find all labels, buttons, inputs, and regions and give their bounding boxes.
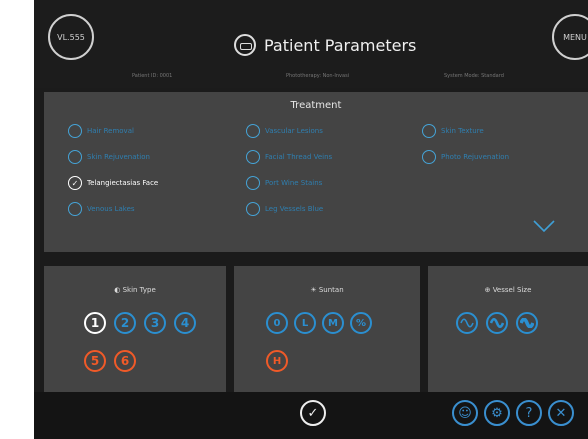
skin-type-2-button[interactable]: 2 (114, 312, 136, 334)
wave-icon (460, 318, 474, 328)
treatment-option-label: Skin Texture (441, 127, 484, 135)
treatment-option-label: Photo Rejuvenation (441, 153, 510, 161)
skin-type-3-button[interactable]: 3 (144, 312, 166, 334)
treatment-option-label: Vascular Lesions (265, 127, 323, 135)
page-title-group: Patient Parameters (234, 34, 416, 56)
treatment-option-leg-vessels-blue[interactable]: Leg Vessels Blue (246, 202, 323, 216)
settings-button[interactable]: ⚙ (484, 400, 510, 426)
treatment-option-label: Venous Lakes (87, 205, 135, 213)
scroll-down-arrow-icon[interactable] (532, 219, 556, 233)
skin-type-5-button[interactable]: 5 (84, 350, 106, 372)
version-label: VL.555 (57, 32, 85, 42)
vessel-size-small-button[interactable] (456, 312, 478, 334)
treatment-option-venous-lakes[interactable]: Venous Lakes (68, 202, 135, 216)
page-title: Patient Parameters (264, 35, 417, 55)
skin-type-6-button[interactable]: 6 (114, 350, 136, 372)
help-icon: ? (525, 405, 533, 421)
header: VL.555 MENU Patient Parameters Patient I… (34, 0, 588, 88)
treatment-option-port-wine-stains[interactable]: Port Wine Stains (246, 176, 322, 190)
treatment-option-hair-removal[interactable]: Hair Removal (68, 124, 134, 138)
version-button[interactable]: VL.555 (48, 14, 94, 60)
radio-icon (68, 150, 82, 164)
suntan-title: ☀ Suntan (310, 286, 344, 294)
vessel-size-title: ⊕ Vessel Size (484, 286, 532, 294)
user-icon: ☺ (458, 405, 472, 421)
radio-icon (246, 202, 260, 216)
radio-icon (68, 202, 82, 216)
skin-type-title: ◐ Skin Type (114, 286, 156, 294)
help-button[interactable]: ? (516, 400, 542, 426)
treatment-option-skin-texture[interactable]: Skin Texture (422, 124, 484, 138)
radio-icon (68, 124, 82, 138)
settings-icon: ⚙ (491, 405, 503, 421)
treatment-panel: Treatment Hair Removal Skin Rejuvenation… (44, 92, 588, 252)
skin-type-4-button[interactable]: 4 (174, 312, 196, 334)
patient-bed-icon (234, 34, 256, 56)
suntan-percent-button[interactable]: % (350, 312, 372, 334)
suntan-light-button[interactable]: L (294, 312, 316, 334)
treatment-option-facial-thread-veins[interactable]: Facial Thread Veins (246, 150, 332, 164)
close-button[interactable]: ✕ (548, 400, 574, 426)
treatment-option-label: Hair Removal (87, 127, 134, 135)
info-bar: Patient ID: 0001 Phototherapy: Non-Invas… (34, 73, 588, 83)
close-icon: ✕ (555, 405, 567, 421)
checked-radio-icon: ✓ (68, 176, 82, 190)
treatment-option-label: Facial Thread Veins (265, 153, 333, 161)
radio-icon (422, 124, 436, 138)
wave-icon (520, 318, 534, 328)
radio-icon (422, 150, 436, 164)
skin-type-panel: ◐ Skin Type 1 2 3 4 5 6 (44, 266, 226, 392)
skin-type-1-button[interactable]: 1 (84, 312, 106, 334)
radio-icon (246, 176, 260, 190)
wave-icon (490, 318, 504, 328)
treatment-option-vascular-lesions[interactable]: Vascular Lesions (246, 124, 323, 138)
suntan-high-button[interactable]: H (266, 350, 288, 372)
vessel-size-large-button[interactable] (516, 312, 538, 334)
treatment-option-label: Port Wine Stains (265, 179, 323, 187)
vessel-size-medium-button[interactable] (486, 312, 508, 334)
treatment-option-label: Leg Vessels Blue (265, 205, 324, 213)
info-phototherapy: Phototherapy: Non-Invasi (286, 73, 350, 79)
info-system-mode: System Mode: Standard (444, 73, 504, 79)
info-patient: Patient ID: 0001 (132, 73, 173, 79)
treatment-option-photo-rejuvenation[interactable]: Photo Rejuvenation (422, 150, 509, 164)
treatment-option-label: Skin Rejuvenation (87, 153, 150, 161)
radio-icon (246, 150, 260, 164)
menu-label: MENU (563, 32, 587, 42)
check-icon: ✓ (307, 405, 319, 421)
treatment-option-label: Telangiectasias Face (87, 179, 159, 187)
suntan-panel: ☀ Suntan 0 L M % H (234, 266, 420, 392)
confirm-button[interactable]: ✓ (300, 400, 326, 426)
treatment-option-telangiectasias-face[interactable]: ✓ Telangiectasias Face (68, 176, 158, 190)
radio-icon (246, 124, 260, 138)
vessel-size-panel: ⊕ Vessel Size (428, 266, 588, 392)
app-screen: VL.555 MENU Patient Parameters Patient I… (34, 0, 588, 439)
menu-button[interactable]: MENU (552, 14, 588, 60)
treatment-option-skin-rejuvenation[interactable]: Skin Rejuvenation (68, 150, 150, 164)
user-button[interactable]: ☺ (452, 400, 478, 426)
suntan-none-button[interactable]: 0 (266, 312, 288, 334)
treatment-title: Treatment (290, 100, 342, 111)
suntan-medium-button[interactable]: M (322, 312, 344, 334)
footer-bar: ✓ ☺ ⚙ ? ✕ (34, 392, 588, 439)
